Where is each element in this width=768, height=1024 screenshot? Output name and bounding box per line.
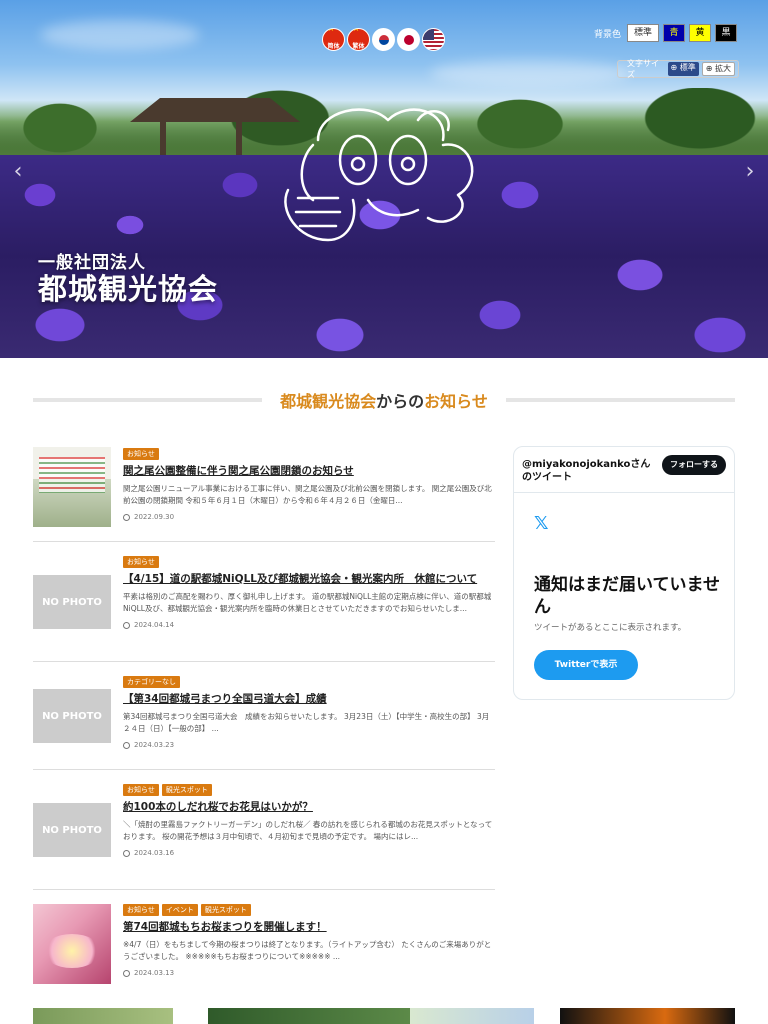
news-title-link[interactable]: 【第34回都城弓まつり全国弓道大会】成績 (123, 692, 495, 706)
news-thumbnail[interactable] (33, 447, 111, 527)
font-size-selector: 文字サイズ ⊕ 標準 ⊕ 拡大 (617, 59, 739, 79)
news-excerpt: 平素は格別のご高配を賜わり、厚く御礼申し上げます。 道の駅都城NiQLL主館の定… (123, 592, 492, 613)
category-tag[interactable]: お知らせ (123, 784, 159, 796)
category-tag[interactable]: カテゴリーなし (123, 676, 180, 688)
news-date: 2022.09.30 (123, 513, 495, 521)
list-item[interactable]: お知らせ イベント 観光スポット 第74回都城もちお桜まつりを開催します！ ※4/7… (33, 890, 495, 990)
lang-label: 繁体 (352, 43, 365, 50)
bg-color-label: 背景色 (594, 29, 622, 40)
bg-black-button[interactable]: 黒 (715, 24, 738, 42)
date-text: 2024.03.23 (134, 741, 175, 749)
category-tag[interactable]: お知らせ (123, 556, 159, 568)
mascot-logo-outline (284, 108, 474, 242)
heading-accent: 都城観光協会 (280, 392, 377, 411)
cloud (40, 20, 200, 50)
banner-image[interactable] (208, 1008, 410, 1024)
list-item[interactable]: NO PHOTO カテゴリーなし 【第34回都城弓まつり全国弓道大会】成績 第3… (33, 662, 495, 770)
date-text: 2024.03.13 (134, 969, 175, 977)
cloud (430, 60, 630, 86)
news-excerpt: 第34回都城弓まつり全国弓道大会 成績をお知らせいたします。 3月23日（土）【… (123, 712, 490, 733)
date-text: 2022.09.30 (134, 513, 175, 521)
twitter-handle[interactable]: @miyakonojokankoさんのツイート (522, 458, 658, 484)
banner-map[interactable] (410, 1008, 534, 1024)
news-date: 2024.04.14 (123, 621, 495, 629)
banner-image[interactable] (33, 1008, 173, 1024)
twitter-header: @miyakonojokankoさんのツイート フォローする (514, 447, 734, 493)
usa-flag-icon[interactable] (422, 28, 445, 51)
no-photo-label: NO PHOTO (42, 824, 102, 836)
no-photo-label: NO PHOTO (42, 596, 102, 608)
news-excerpt: 関之尾公園リニューアル事業における工事に伴い、関之尾公園及び北前公園を閉鎖します… (123, 484, 492, 505)
japan-flag-icon[interactable] (397, 28, 420, 51)
title-divider (505, 398, 735, 402)
news-excerpt: ＼「焼酎の里霧島ファクトリーガーデン」のしだれ桜／ 春の訪れを感じられる都城のお… (123, 820, 493, 841)
bg-standard-button[interactable]: 標準 (627, 24, 660, 42)
news-date: 2024.03.16 (123, 849, 495, 857)
news-title-link[interactable]: 第74回都城もちお桜まつりを開催します！ (123, 920, 495, 934)
x-logo-icon: 𝕏 (534, 513, 549, 534)
clock-icon (123, 849, 130, 857)
bg-yellow-button[interactable]: 黄 (689, 24, 712, 42)
zoom-icon: ⊕ (705, 64, 713, 73)
font-standard-button[interactable]: ⊕ 標準 (667, 62, 699, 76)
bg-blue-button[interactable]: 青 (663, 24, 686, 42)
category-tag[interactable]: お知らせ (123, 448, 159, 460)
news-list: お知らせ 関之尾公園整備に伴う関之尾公園閉鎖のお知らせ 関之尾公園リニューアル事… (33, 440, 495, 990)
news-title-link[interactable]: 【4/15】道の駅都城NiQLL及び都城観光協会・観光案内所 休館について (123, 572, 495, 586)
org-name-logo[interactable]: 都城観光協会 (38, 266, 218, 308)
no-photo-label: NO PHOTO (42, 710, 102, 722)
heading-mid: からの (376, 392, 425, 411)
lang-label: 简体 (327, 43, 340, 50)
clock-icon (123, 741, 130, 749)
language-selector: 简体 繁体 (322, 28, 445, 51)
clock-icon (123, 513, 130, 521)
empty-timeline-heading: 通知はまだ届いていません (534, 575, 720, 617)
background-color-selector: 背景色 標準 青 黄 黒 (594, 24, 738, 42)
news-thumbnail[interactable]: NO PHOTO (33, 803, 111, 857)
section-heading: 都城観光協会からのお知らせ (262, 388, 506, 412)
china-flag-icon[interactable]: 繁体 (347, 28, 370, 51)
list-item[interactable]: お知らせ 関之尾公園整備に伴う関之尾公園閉鎖のお知らせ 関之尾公園リニューアル事… (33, 440, 495, 542)
heading-accent: お知らせ (424, 392, 488, 411)
view-on-twitter-button[interactable]: Twitterで表示 (534, 650, 638, 680)
slider-next-icon[interactable]: › (740, 160, 760, 184)
font-enlarge-button[interactable]: ⊕ 拡大 (701, 62, 735, 76)
news-thumbnail[interactable]: NO PHOTO (33, 689, 111, 743)
zoom-icon: ⊕ (670, 63, 678, 72)
news-title-link[interactable]: 関之尾公園整備に伴う関之尾公園閉鎖のお知らせ (123, 464, 495, 478)
china-flag-icon[interactable]: 简体 (322, 28, 345, 51)
banner-image[interactable] (560, 1008, 735, 1024)
font-standard-label: 標準 (679, 63, 696, 72)
list-item[interactable]: NO PHOTO お知らせ 【4/15】道の駅都城NiQLL及び都城観光協会・観… (33, 542, 495, 662)
font-size-label: 文字サイズ (627, 59, 659, 79)
follow-button[interactable]: フォローする (662, 455, 726, 475)
gazebo-roof (130, 98, 300, 122)
news-thumbnail[interactable]: NO PHOTO (33, 575, 111, 629)
slider-prev-icon[interactable]: ‹ (8, 160, 28, 184)
korea-flag-icon[interactable] (372, 28, 395, 51)
hero-banner: 一般社団法人 都城観光協会 ‹ › (0, 0, 768, 358)
news-thumbnail[interactable] (33, 904, 111, 984)
news-excerpt: ※4/7（日）をもちまして今期の桜まつりは終了となります。（ライトアップ含む） … (123, 940, 492, 961)
date-text: 2024.04.14 (134, 621, 175, 629)
bottom-banners (0, 1008, 768, 1024)
clock-icon (123, 621, 130, 629)
news-date: 2024.03.13 (123, 969, 495, 977)
clock-icon (123, 969, 130, 977)
twitter-timeline-widget: @miyakonojokankoさんのツイート フォローする 𝕏 通知はまだ届い… (513, 446, 735, 700)
list-item[interactable]: NO PHOTO お知らせ 観光スポット 約100本のしだれ桜でお花見はいかが？ … (33, 770, 495, 890)
category-tag[interactable]: 観光スポット (200, 904, 251, 916)
font-enlarge-label: 拡大 (715, 64, 731, 73)
category-tag[interactable]: イベント (161, 904, 198, 916)
empty-timeline-subtext: ツイートがあるとここに表示されます。 (534, 623, 687, 633)
title-divider (33, 398, 263, 402)
category-tag[interactable]: お知らせ (123, 904, 159, 916)
category-tag[interactable]: 観光スポット (161, 784, 212, 796)
news-title-link[interactable]: 約100本のしだれ桜でお花見はいかが？ (123, 800, 495, 814)
news-section-title: 都城観光協会からのお知らせ (33, 388, 735, 412)
news-date: 2024.03.23 (123, 741, 495, 749)
date-text: 2024.03.16 (134, 849, 175, 857)
